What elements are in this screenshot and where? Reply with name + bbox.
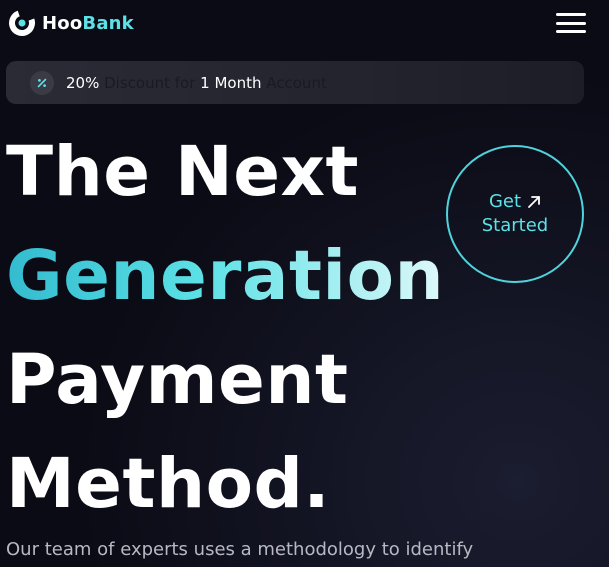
cta-label-started: Started — [481, 215, 549, 236]
hero-subtitle: Our team of experts uses a methodology t… — [6, 539, 474, 560]
arrow-up-right-icon — [528, 196, 540, 208]
discount-duration: 1 Month — [200, 73, 262, 92]
cta-label-get: Get — [488, 191, 522, 212]
discount-percent: 20% — [66, 73, 100, 92]
hamburger-menu-icon[interactable] — [556, 11, 586, 35]
discount-label: Discount for — [104, 73, 196, 92]
hero-line-2: Generation — [6, 236, 445, 316]
navbar: HooBank — [0, 0, 609, 46]
discount-text: 20% Discount for 1 Month Account — [66, 74, 327, 92]
discount-banner: 20% Discount for 1 Month Account — [6, 61, 584, 104]
hero-line-3: Payment — [6, 340, 349, 420]
hero-heading: The Next Generation Payment Method. — [6, 120, 444, 536]
discount-account: Account — [266, 73, 327, 92]
hero-line-1: The Next — [6, 132, 360, 212]
logo[interactable]: HooBank — [8, 8, 134, 38]
get-started-button[interactable]: Get Started — [446, 145, 584, 283]
hero-line-4: Method. — [6, 444, 331, 524]
logo-text: HooBank — [42, 12, 134, 34]
discount-icon — [30, 70, 54, 95]
hoobank-logo-icon — [9, 10, 35, 36]
